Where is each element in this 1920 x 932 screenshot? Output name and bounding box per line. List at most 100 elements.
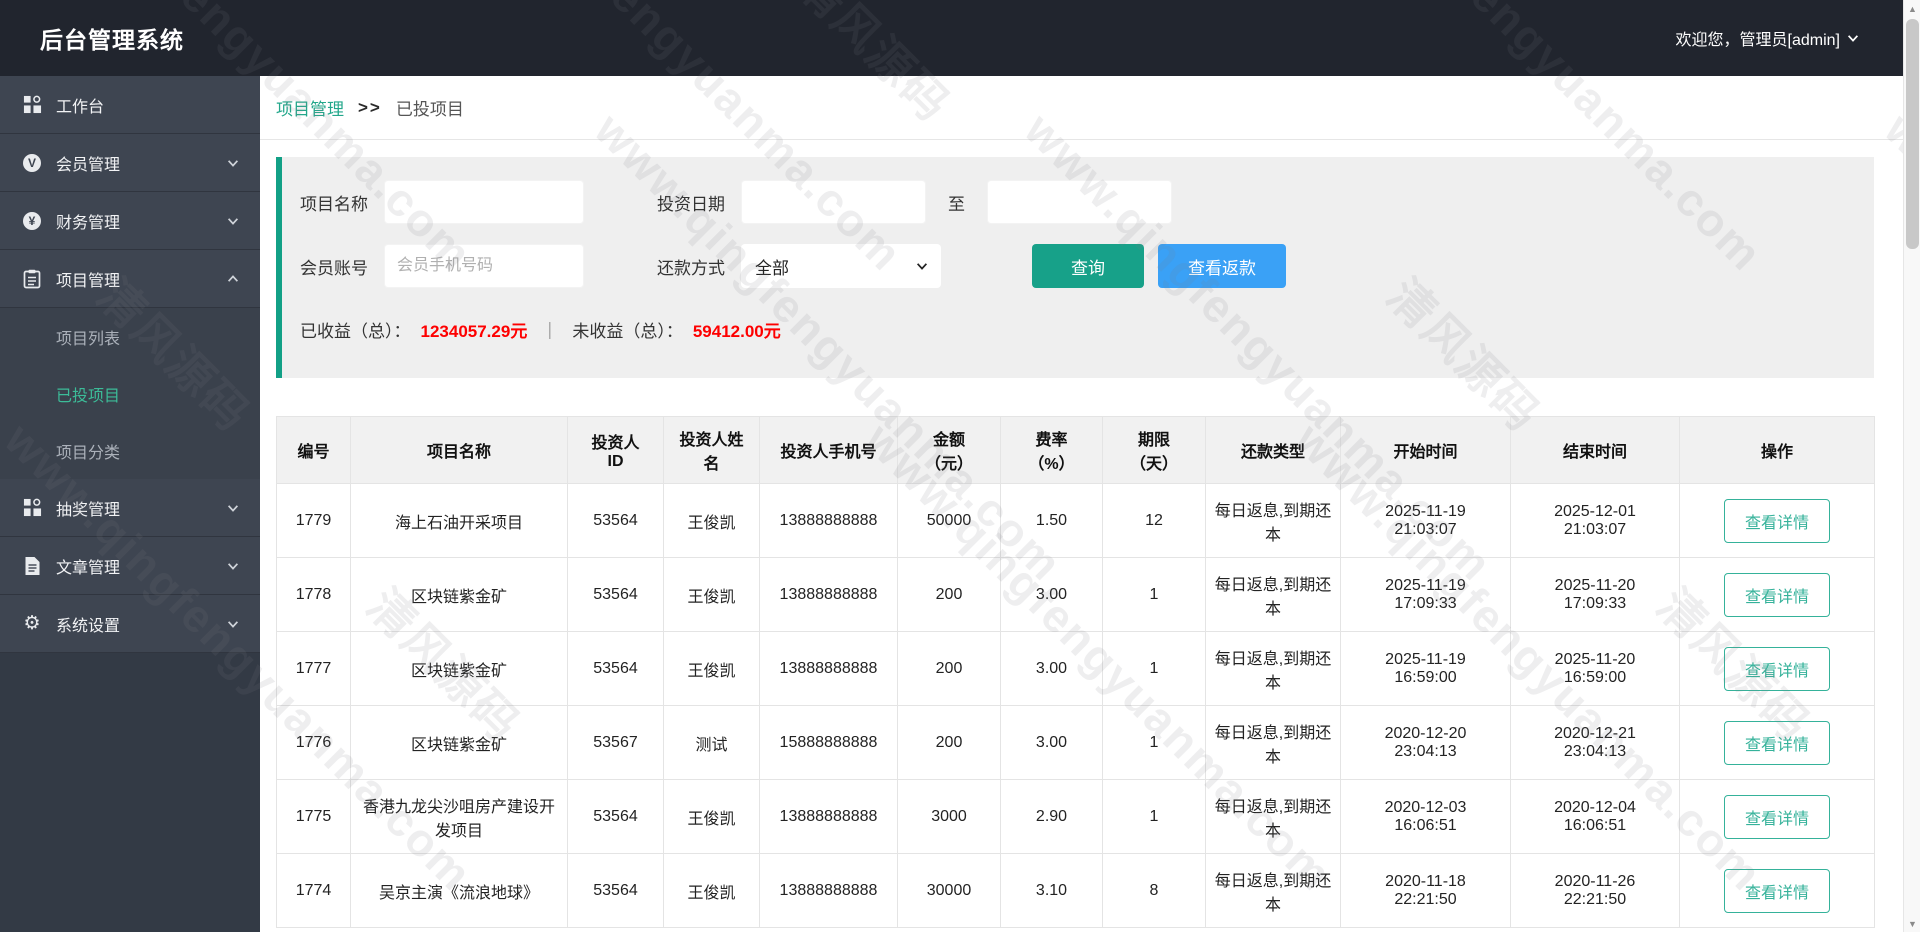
projects-submenu: 项目列表 已投项目 项目分类 bbox=[0, 308, 260, 479]
scroll-up-arrow-icon[interactable]: ▲ bbox=[1904, 0, 1920, 17]
chevron-up-icon bbox=[227, 274, 239, 282]
member-account-input[interactable] bbox=[384, 244, 584, 288]
chevron-down-icon bbox=[227, 504, 239, 512]
view-detail-button[interactable]: 查看详情 bbox=[1723, 868, 1830, 913]
table-cell: 2020-11-26 22:21:50 bbox=[1510, 853, 1680, 928]
table-header-cell: 期限 （天） bbox=[1102, 416, 1206, 484]
table-cell: 13888888888 bbox=[759, 779, 898, 854]
view-detail-button[interactable]: 查看详情 bbox=[1723, 572, 1830, 617]
sidebar-item-projects[interactable]: 项目管理 bbox=[0, 250, 260, 308]
table-header-cell: 结束时间 bbox=[1510, 416, 1680, 484]
sidebar-item-label: 抽奖管理 bbox=[56, 501, 121, 519]
table-header-cell: 投资人 ID bbox=[567, 416, 664, 484]
table-cell: 53567 bbox=[567, 705, 664, 780]
invest-date-label: 投资日期 bbox=[657, 194, 725, 214]
table-header-cell: 开始时间 bbox=[1340, 416, 1511, 484]
table-action-cell: 查看详情 bbox=[1679, 853, 1875, 928]
breadcrumb: 项目管理 >> 已投项目 bbox=[260, 76, 1903, 140]
table-header-cell: 编号 bbox=[276, 416, 351, 484]
scroll-down-arrow-icon[interactable]: ▼ bbox=[1904, 915, 1920, 932]
table-cell: 吴京主演《流浪地球》 bbox=[350, 853, 568, 928]
table-cell: 53564 bbox=[567, 779, 664, 854]
sidebar-item-lottery[interactable]: 抽奖管理 bbox=[0, 479, 260, 537]
select-chevron-down-icon bbox=[916, 263, 928, 270]
table-cell: 53564 bbox=[567, 483, 664, 558]
invest-date-to-input[interactable] bbox=[987, 180, 1172, 224]
breadcrumb-separator: >> bbox=[358, 97, 382, 117]
sub-item-label: 已投项目 bbox=[56, 387, 121, 405]
sidebar-item-workbench[interactable]: 工作台 bbox=[0, 76, 260, 134]
table-cell: 1779 bbox=[276, 483, 351, 558]
sidebar-subitem-project-categories[interactable]: 项目分类 bbox=[0, 422, 260, 479]
sidebar-item-finance[interactable]: ¥ 财务管理 bbox=[0, 192, 260, 250]
scrollbar-thumb[interactable] bbox=[1906, 19, 1919, 249]
sidebar-item-label: 系统设置 bbox=[56, 617, 121, 635]
income-summary: 已收益（总）： 1234057.29元 ｜ 未收益（总）： 59412.00元 bbox=[300, 317, 781, 342]
view-refund-button[interactable]: 查看返款 bbox=[1158, 244, 1286, 288]
table-cell: 200 bbox=[897, 705, 1001, 780]
project-name-label: 项目名称 bbox=[300, 194, 368, 214]
view-detail-button[interactable]: 查看详情 bbox=[1723, 720, 1830, 765]
table-cell: 2025-11-20 17:09:33 bbox=[1510, 557, 1680, 632]
repay-method-select[interactable]: 全部 bbox=[741, 244, 941, 288]
table-row: 1778 区块链紫金矿 53564 王俊凯 13888888888 200 3.00 1 每日返… bbox=[276, 557, 1875, 632]
table-cell: 区块链紫金矿 bbox=[350, 631, 568, 706]
member-account-label: 会员账号 bbox=[300, 258, 368, 278]
vertical-scrollbar[interactable]: ▲ ▼ bbox=[1903, 0, 1920, 932]
sidebar-item-members[interactable]: V 会员管理 bbox=[0, 134, 260, 192]
chevron-down-icon bbox=[227, 620, 239, 628]
table-cell: 1.50 bbox=[1000, 483, 1103, 558]
app-title: 后台管理系统 bbox=[40, 27, 184, 53]
date-to-label: 至 bbox=[948, 194, 965, 214]
table-cell: 2020-12-03 16:06:51 bbox=[1340, 779, 1511, 854]
table-cell: 2025-12-01 21:03:07 bbox=[1510, 483, 1680, 558]
chevron-down-icon bbox=[227, 217, 239, 225]
table-cell: 2.90 bbox=[1000, 779, 1103, 854]
query-button[interactable]: 查询 bbox=[1032, 244, 1144, 288]
table-cell: 3.00 bbox=[1000, 705, 1103, 780]
table-cell: 50000 bbox=[897, 483, 1001, 558]
table-header-cell: 金额 （元） bbox=[897, 416, 1001, 484]
table-cell: 1 bbox=[1102, 557, 1206, 632]
sidebar-subitem-invested-projects[interactable]: 已投项目 bbox=[0, 365, 260, 422]
article-icon bbox=[22, 556, 42, 576]
sidebar-item-label: 工作台 bbox=[56, 98, 105, 116]
view-detail-button[interactable]: 查看详情 bbox=[1723, 794, 1830, 839]
view-detail-button[interactable]: 查看详情 bbox=[1723, 646, 1830, 691]
table-cell: 2025-11-19 16:59:00 bbox=[1340, 631, 1511, 706]
gear-icon: ⚙ bbox=[22, 614, 42, 634]
table-cell: 30000 bbox=[897, 853, 1001, 928]
table-row: 1774 吴京主演《流浪地球》 53564 王俊凯 13888888888 30000 3.… bbox=[276, 853, 1875, 928]
table-cell: 3000 bbox=[897, 779, 1001, 854]
table-cell: 每日返息,到期还本 bbox=[1205, 631, 1341, 706]
chevron-down-icon bbox=[227, 159, 239, 167]
unearned-total-label: 未收益（总）： bbox=[572, 322, 683, 341]
table-header-cell: 操作 bbox=[1679, 416, 1875, 484]
sidebar-item-settings[interactable]: ⚙ 系统设置 bbox=[0, 595, 260, 653]
table-cell: 2020-12-04 16:06:51 bbox=[1510, 779, 1680, 854]
earned-total-label: 已收益（总）： bbox=[300, 322, 411, 341]
sidebar-subitem-project-list[interactable]: 项目列表 bbox=[0, 308, 260, 365]
table-cell: 53564 bbox=[567, 631, 664, 706]
chevron-down-icon bbox=[1847, 35, 1859, 42]
view-detail-button[interactable]: 查看详情 bbox=[1723, 498, 1830, 543]
table-cell: 1774 bbox=[276, 853, 351, 928]
table-header-cell: 投资人姓 名 bbox=[663, 416, 760, 484]
sidebar-item-articles[interactable]: 文章管理 bbox=[0, 537, 260, 595]
main-content: 项目管理 >> 已投项目 项目名称 投资日期 至 会员账号 还款方式 全部 查询… bbox=[260, 76, 1903, 932]
table-cell: 1777 bbox=[276, 631, 351, 706]
summary-divider: ｜ bbox=[541, 322, 559, 341]
table-cell: 2025-11-19 17:09:33 bbox=[1340, 557, 1511, 632]
user-menu[interactable]: 欢迎您，管理员[admin] bbox=[1676, 26, 1860, 50]
table-cell: 1775 bbox=[276, 779, 351, 854]
dashboard-grid-icon bbox=[22, 95, 42, 115]
table-cell: 每日返息,到期还本 bbox=[1205, 705, 1341, 780]
table-cell: 测试 bbox=[663, 705, 760, 780]
invest-date-from-input[interactable] bbox=[741, 180, 926, 224]
table-cell: 13888888888 bbox=[759, 557, 898, 632]
project-name-input[interactable] bbox=[384, 180, 584, 224]
lottery-grid-icon bbox=[22, 498, 42, 518]
earned-total-value: 1234057.29元 bbox=[420, 322, 528, 341]
breadcrumb-parent-link[interactable]: 项目管理 bbox=[276, 95, 344, 120]
sidebar-item-label: 文章管理 bbox=[56, 559, 121, 577]
